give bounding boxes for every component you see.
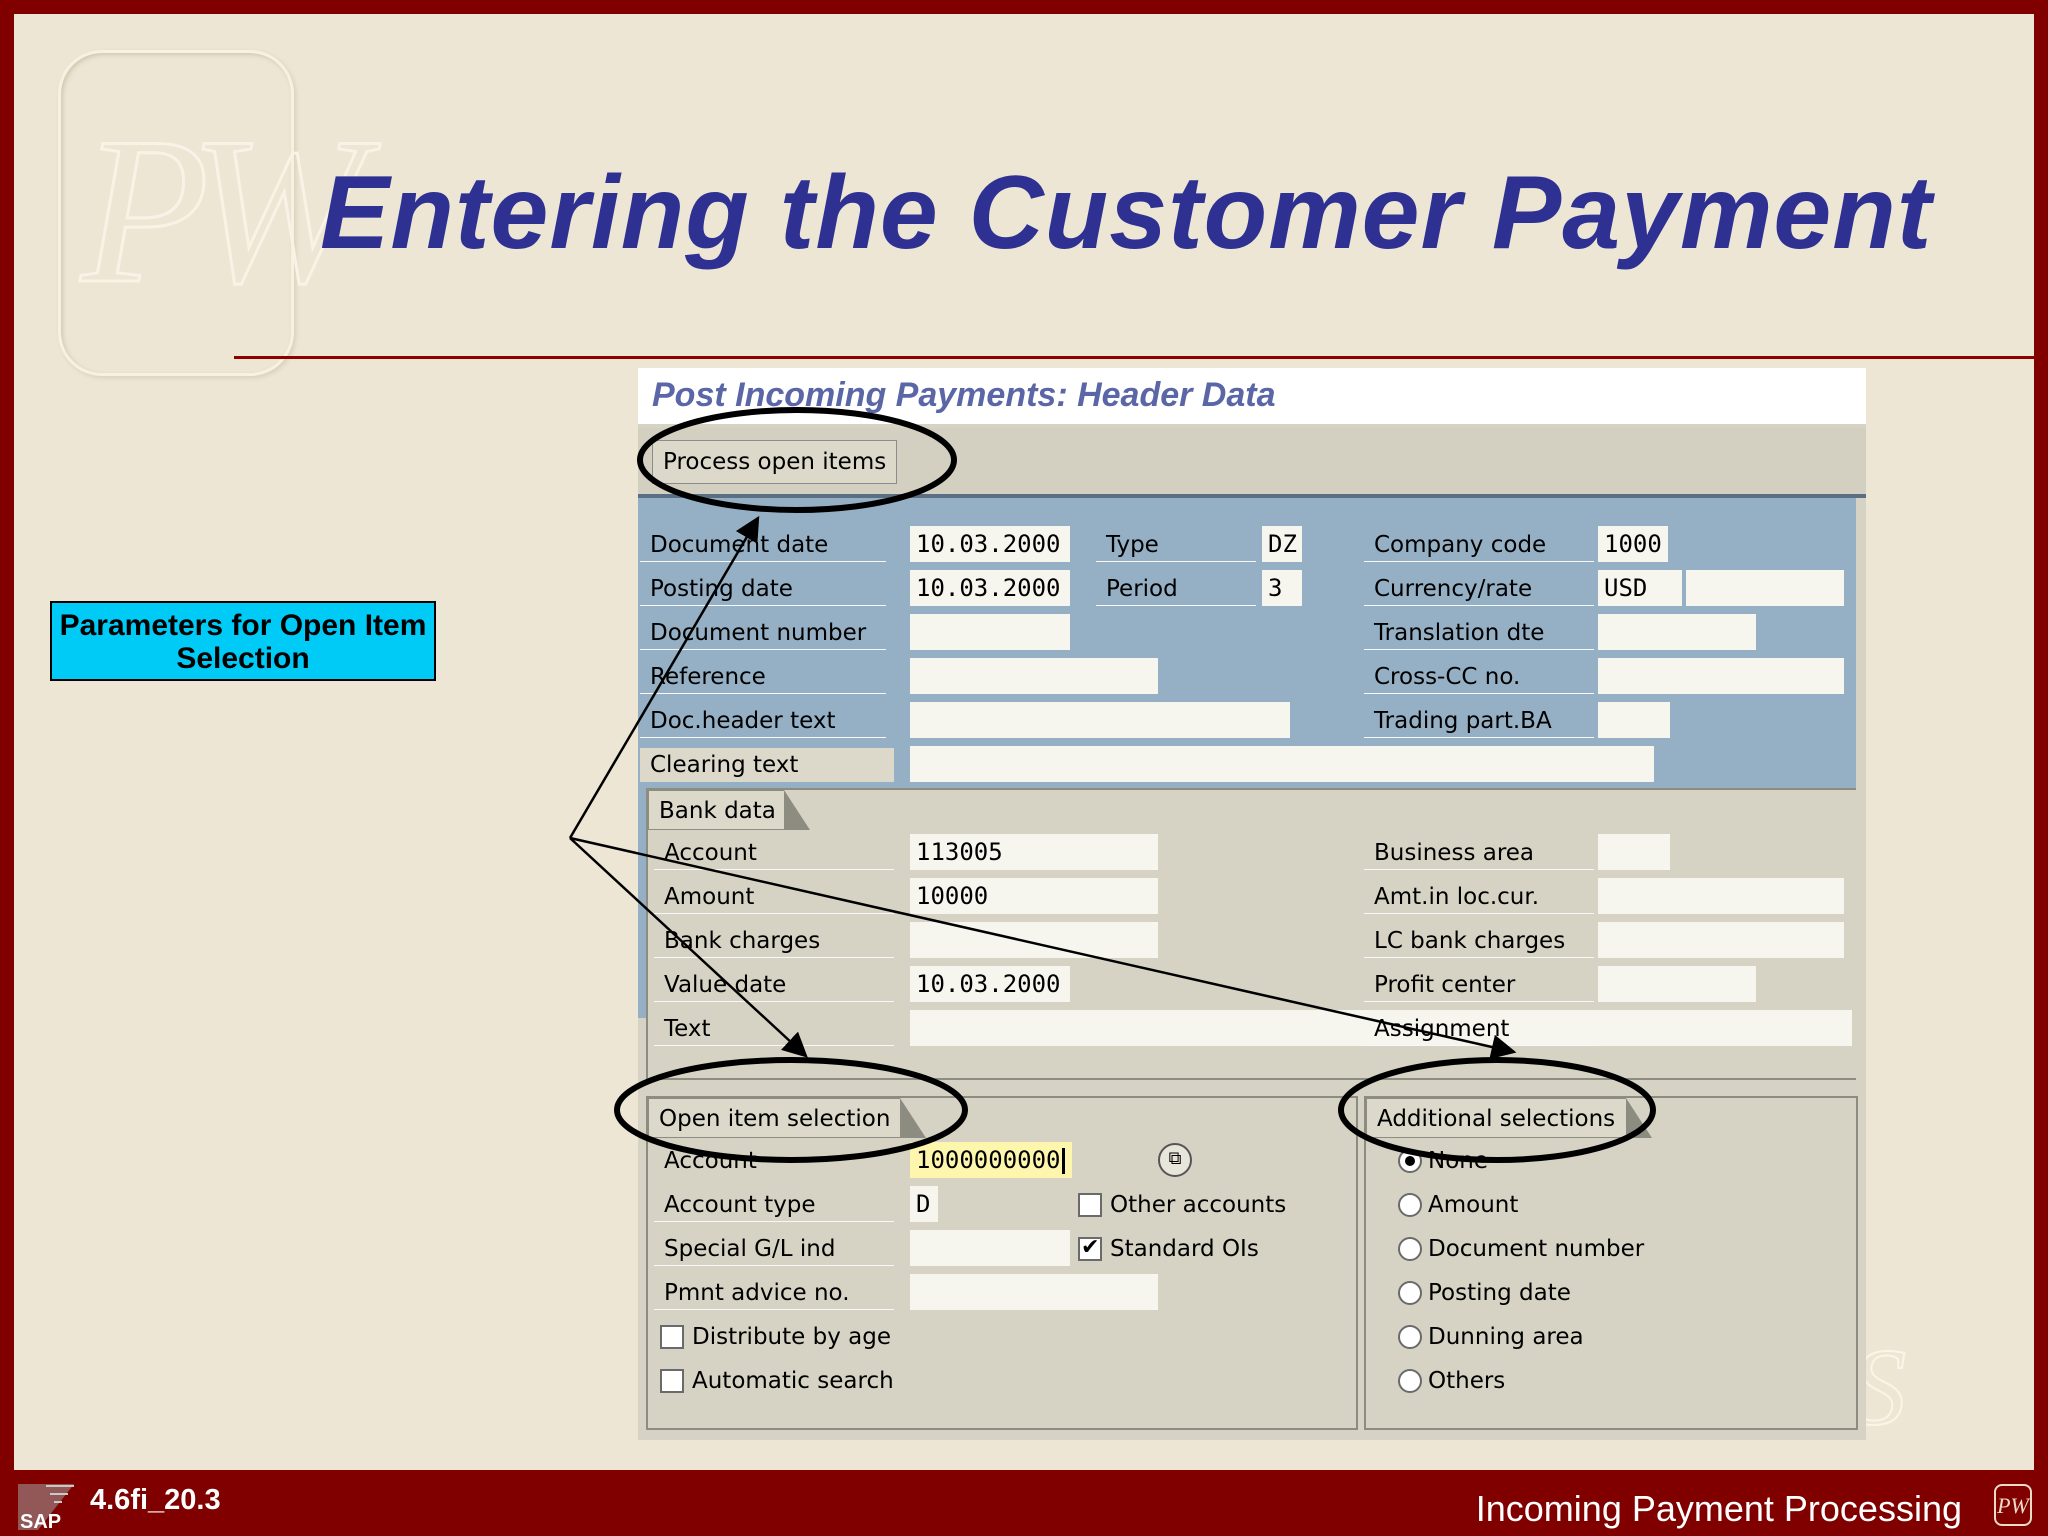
arrow-to-open-item-selection: [569, 837, 808, 1058]
footer-title: Incoming Payment Processing: [1475, 1488, 1962, 1529]
ellipse-open-item-selection: [614, 1057, 968, 1163]
ellipse-additional-selections: [1338, 1057, 1656, 1163]
annotation-overlay: [568, 407, 1656, 1163]
sap-logo-icon: SAP: [18, 1484, 74, 1532]
sap-logo-text: SAP: [20, 1511, 61, 1532]
arrow-to-additional-selections: [569, 836, 1517, 1060]
arrow-to-process-open-items: [568, 515, 760, 839]
footer-pw-logo: PW: [1994, 1484, 2032, 1526]
slide-id: 4.6fi_20.3: [90, 1484, 221, 1516]
ellipse-process-open-items: [637, 407, 957, 513]
